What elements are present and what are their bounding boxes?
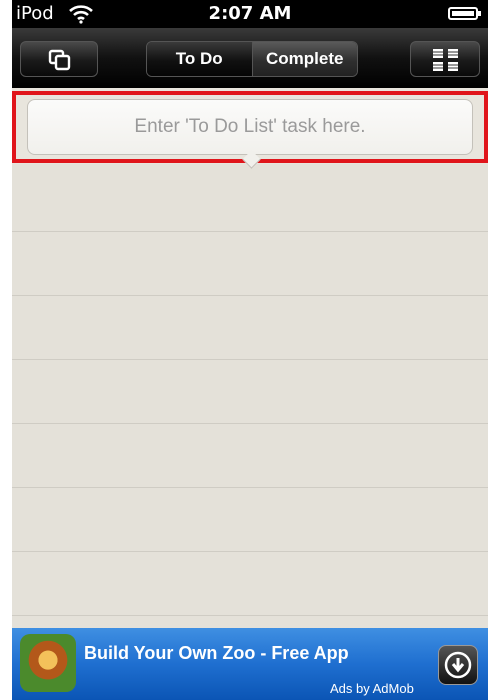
ad-title: Build Your Own Zoo - Free App (84, 643, 349, 663)
todo-complete-segmented-control: To Do Complete (146, 41, 358, 77)
phone-screen: iPod 2:07 AM To Do Complete Enter 'To Do… (12, 0, 488, 700)
ad-banner[interactable]: Build Your Own Zoo - Free App Ads by AdM… (12, 628, 488, 700)
status-bar: iPod 2:07 AM (12, 0, 488, 28)
task-input[interactable] (27, 99, 473, 155)
list-item[interactable] (12, 552, 488, 616)
tab-to-do[interactable]: To Do (147, 42, 252, 76)
battery-icon (448, 7, 481, 20)
copy-button[interactable] (20, 41, 98, 77)
toolbar: To Do Complete (12, 28, 488, 88)
list-item[interactable] (12, 360, 488, 424)
list-item[interactable] (12, 232, 488, 296)
list-item[interactable] (12, 424, 488, 488)
download-button[interactable] (438, 645, 478, 685)
tab-complete[interactable]: Complete (252, 42, 357, 76)
clock: 2:07 AM (208, 3, 292, 24)
task-list (12, 168, 488, 628)
list-item[interactable] (12, 488, 488, 552)
grid-icon (432, 48, 460, 72)
task-entry-area (12, 88, 488, 169)
list-view-button[interactable] (410, 41, 480, 77)
copy-icon (48, 49, 72, 71)
lion-icon (20, 634, 76, 692)
download-icon (444, 651, 472, 679)
ad-credit: Ads by AdMob (330, 681, 414, 696)
list-item[interactable] (12, 168, 488, 232)
list-item[interactable] (12, 296, 488, 360)
